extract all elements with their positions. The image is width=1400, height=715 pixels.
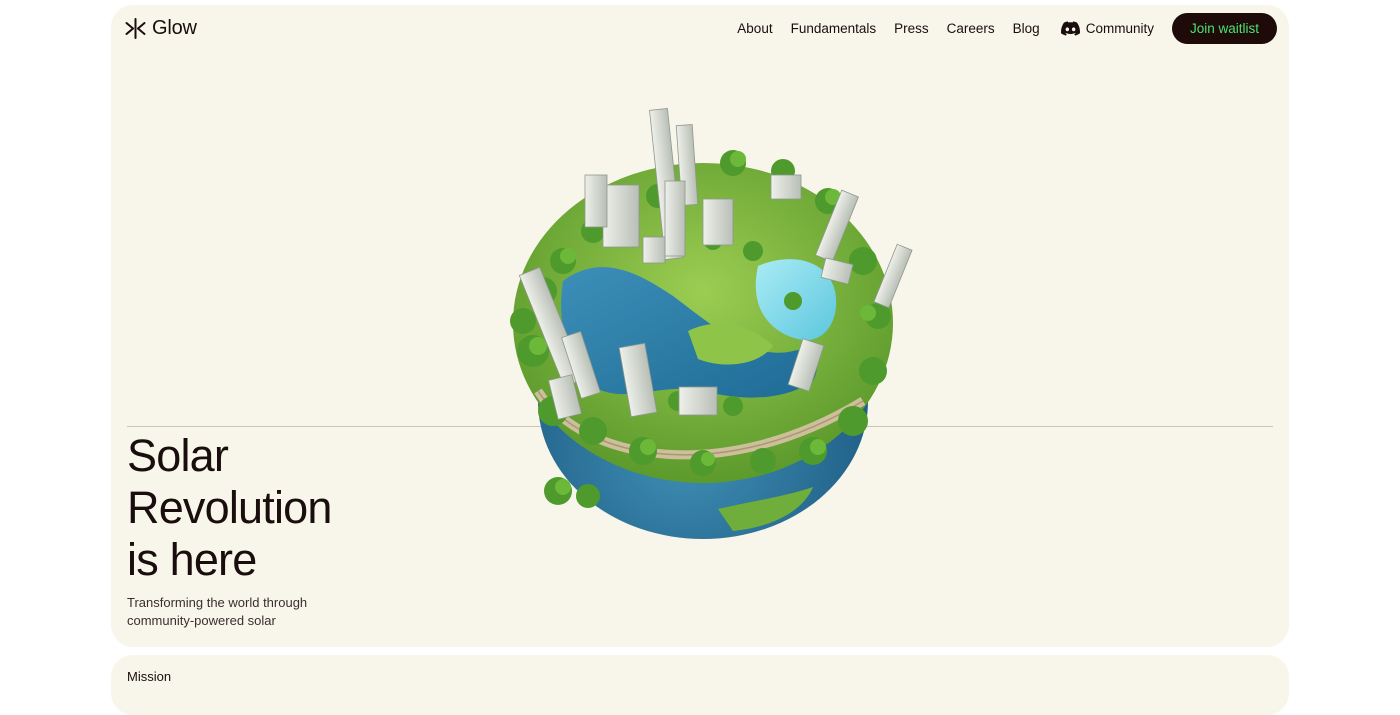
nav-press[interactable]: Press <box>894 21 929 36</box>
nav-community[interactable]: Community <box>1060 21 1154 36</box>
nav-about[interactable]: About <box>737 21 772 36</box>
nav-careers[interactable]: Careers <box>947 21 995 36</box>
main-nav: About Fundamentals Press Careers Blog Co… <box>719 13 1277 44</box>
hero-card: Glow About Fundamentals Press Careers Bl… <box>111 5 1289 647</box>
brand-name: Glow <box>152 17 197 39</box>
join-waitlist-button[interactable]: Join waitlist <box>1171 13 1277 44</box>
headline-line-2: Revolution <box>127 482 332 533</box>
subtitle-line-2: community-powered solar <box>127 613 276 628</box>
hero-headline: Solar Revolution is here <box>127 430 332 586</box>
brand-logo[interactable]: Glow <box>125 17 197 40</box>
hero-subtitle: Transforming the world through community… <box>127 594 307 630</box>
community-label: Community <box>1085 21 1154 36</box>
glow-logo-icon <box>125 18 146 39</box>
headline-line-1: Solar <box>127 430 229 481</box>
discord-icon <box>1060 21 1080 36</box>
headline-line-3: is here <box>127 534 257 585</box>
mission-section: Mission <box>111 655 1289 715</box>
nav-fundamentals[interactable]: Fundamentals <box>791 21 877 36</box>
subtitle-line-1: Transforming the world through <box>127 595 308 610</box>
globe-city-illustration <box>510 108 913 539</box>
nav-blog[interactable]: Blog <box>1013 21 1040 36</box>
